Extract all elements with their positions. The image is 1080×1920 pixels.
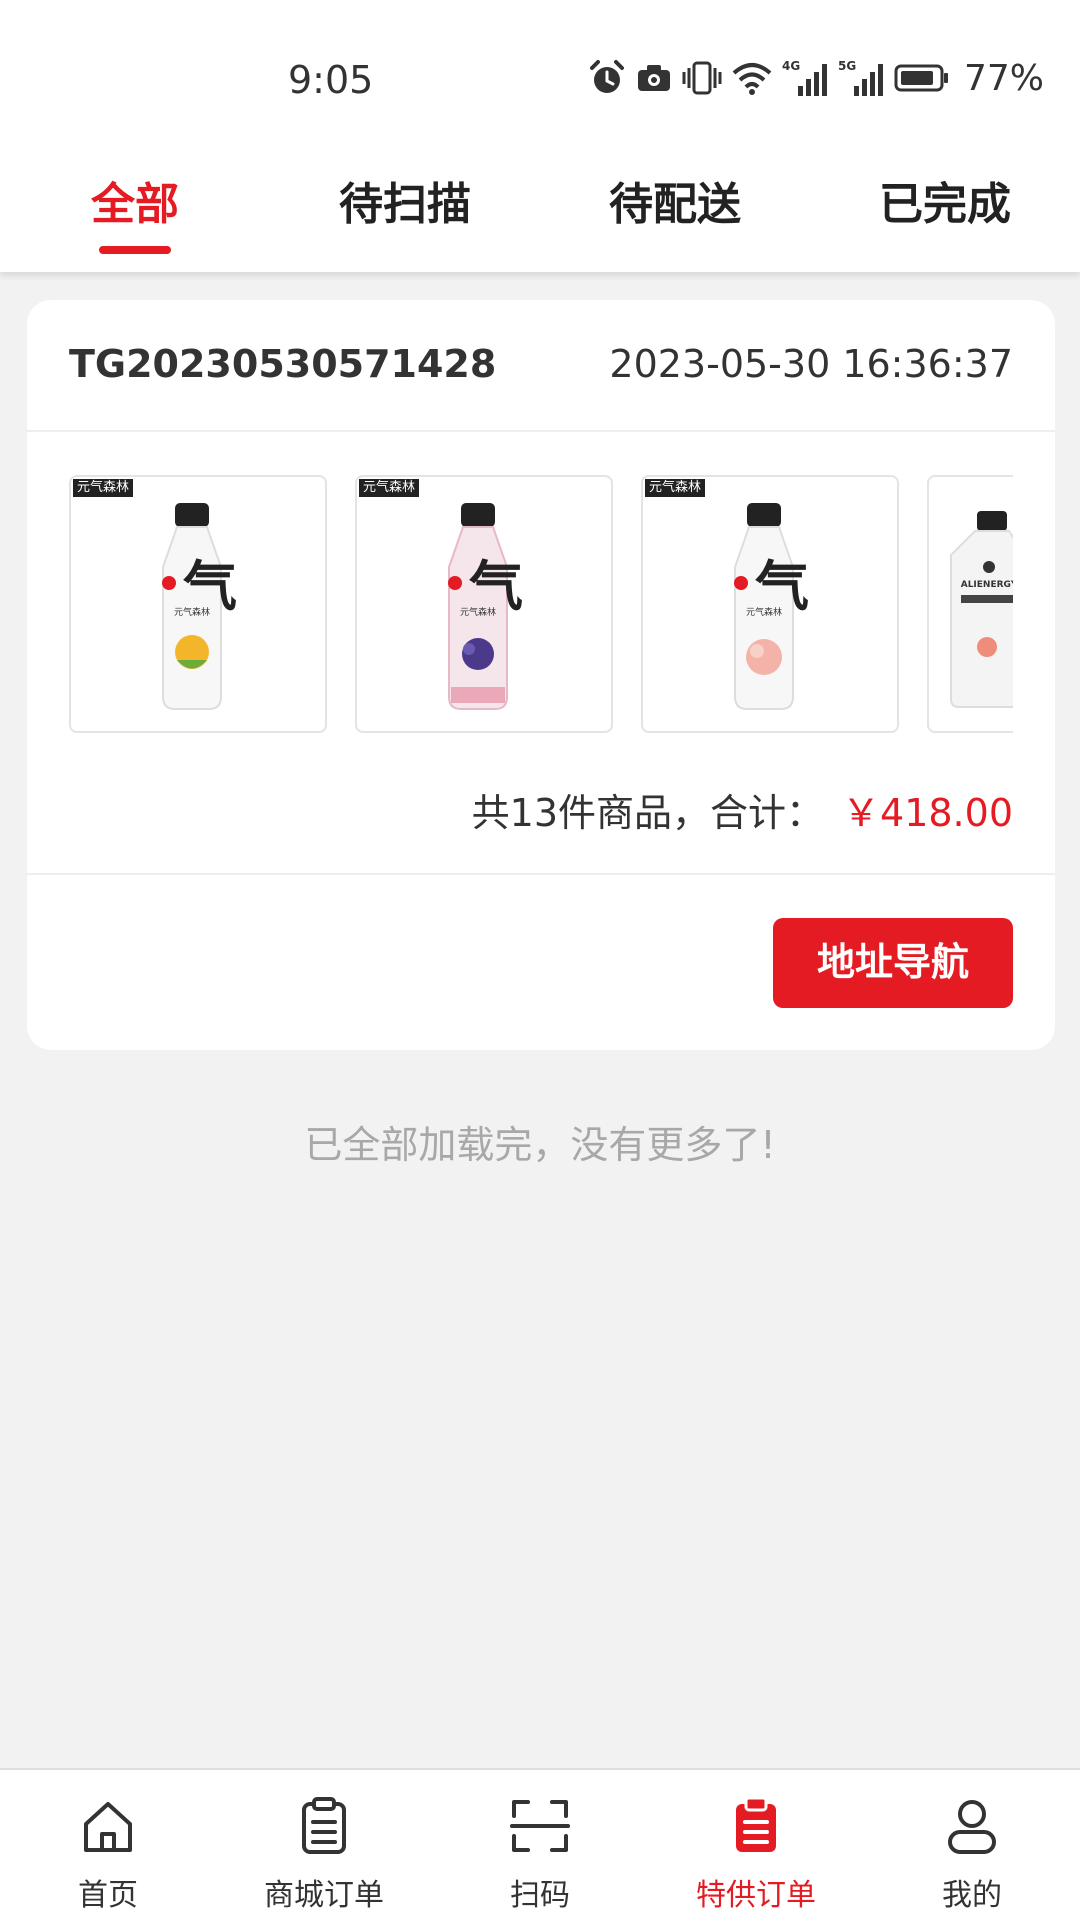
bottle-image: 气 元气森林 [162, 503, 237, 710]
battery-icon [894, 64, 948, 92]
bottom-nav-special-orders[interactable]: 特供订单 [648, 1770, 864, 1920]
bottom-nav-scan[interactable]: 扫码 [432, 1770, 648, 1920]
summary-text: 共13件商品，合计： [471, 791, 825, 835]
tab-pending-scan[interactable]: 待扫描 [270, 150, 540, 272]
tab-label: 待扫描 [339, 179, 471, 230]
bottle-image: 气 元气森林 [734, 503, 809, 710]
wifi-icon [732, 63, 772, 95]
signal-4g-icon: 4G [782, 59, 827, 96]
clipboard-list-icon [302, 1797, 346, 1854]
alarm-icon [589, 60, 624, 93]
bottom-nav-label: 扫码 [510, 1878, 570, 1913]
tab-completed[interactable]: 已完成 [810, 150, 1080, 272]
clipboard-list-filled-icon [736, 1796, 776, 1852]
user-icon [948, 1800, 996, 1854]
address-navigation-button[interactable]: 地址导航 [773, 918, 1013, 1008]
order-card-footer: 地址导航 [27, 873, 1055, 1050]
bottle-brand-text: 元气森林 [746, 606, 782, 618]
order-card[interactable]: TG20230530571428 2023-05-30 16:36:37 气 元… [27, 300, 1055, 1050]
bottom-nav-label: 特供订单 [696, 1878, 816, 1913]
product-thumbnail-list[interactable]: 气 元气森林 元气森林 气 元气森林 元气森林 气 元气森林 元气森林 ALIE… [69, 475, 1013, 733]
product-thumbnail[interactable]: 气 元气森林 元气森林 [641, 475, 899, 733]
order-status-tabs: 全部 待扫描 待配送 已完成 [0, 150, 1080, 272]
order-summary: 共13件商品，合计： ￥418.00 [472, 782, 1013, 837]
camera-icon [637, 65, 670, 91]
bottom-nav-home[interactable]: 首页 [0, 1770, 216, 1920]
tab-label: 全部 [91, 179, 179, 230]
product-thumbnail[interactable]: ALIENERGY [927, 475, 1013, 733]
scan-icon [510, 1800, 570, 1852]
order-number: TG20230530571428 [69, 342, 497, 386]
brand-tag: 元气森林 [359, 479, 420, 497]
list-end-note: 已全部加载完，没有更多了! [304, 1123, 776, 1167]
bottom-nav-label: 我的 [942, 1878, 1002, 1913]
order-card-header: TG20230530571428 2023-05-30 16:36:37 [27, 300, 1055, 432]
brand-tag: 元气森林 [73, 479, 134, 497]
bottle-brand-text: ALIENERGY [961, 580, 1013, 590]
tab-label: 已完成 [879, 179, 1011, 230]
bottle-brand-text: 元气森林 [460, 606, 496, 618]
order-total: ￥418.00 [842, 791, 1013, 835]
vibrate-icon [682, 61, 722, 95]
brand-tag: 元气森林 [645, 479, 706, 497]
bottom-nav-mall-orders[interactable]: 商城订单 [216, 1770, 432, 1920]
header: 9:05 4G 5G 77% 全部 待扫描 待配送 已完成 [0, 0, 1080, 272]
app-screen: 9:05 4G 5G 77% 全部 待扫描 待配送 已完成 TG20230530… [0, 0, 1080, 1920]
home-icon [84, 1802, 132, 1852]
tab-label: 待配送 [609, 179, 741, 230]
product-thumbnail[interactable]: 气 元气森林 元气森林 [355, 475, 613, 733]
bottle-image: ALIENERGY [950, 511, 1013, 708]
bottom-nav-label: 商城订单 [264, 1878, 384, 1913]
bottom-nav-label: 首页 [78, 1878, 138, 1913]
bottom-nav-profile[interactable]: 我的 [864, 1770, 1080, 1920]
bottle-brand-text: 元气森林 [174, 606, 210, 618]
network-label-4g: 4G [782, 59, 800, 73]
order-datetime: 2023-05-30 16:36:37 [609, 342, 1013, 386]
bottom-navigation: 首页 商城订单 扫码 特供订单 我的 [0, 1768, 1080, 1920]
active-tab-indicator [99, 246, 171, 254]
bottle-image: 气 元气森林 [448, 503, 523, 710]
signal-5g-icon: 5G [838, 59, 883, 96]
battery-percent: 77% [963, 57, 1044, 99]
product-thumbnail[interactable]: 气 元气森林 元气森林 [69, 475, 327, 733]
network-label-5g: 5G [838, 59, 856, 73]
tab-pending-delivery[interactable]: 待配送 [540, 150, 810, 272]
status-time: 9:05 [288, 58, 374, 102]
status-icons: 4G 5G 77% [588, 56, 1044, 100]
tab-all[interactable]: 全部 [0, 150, 270, 272]
